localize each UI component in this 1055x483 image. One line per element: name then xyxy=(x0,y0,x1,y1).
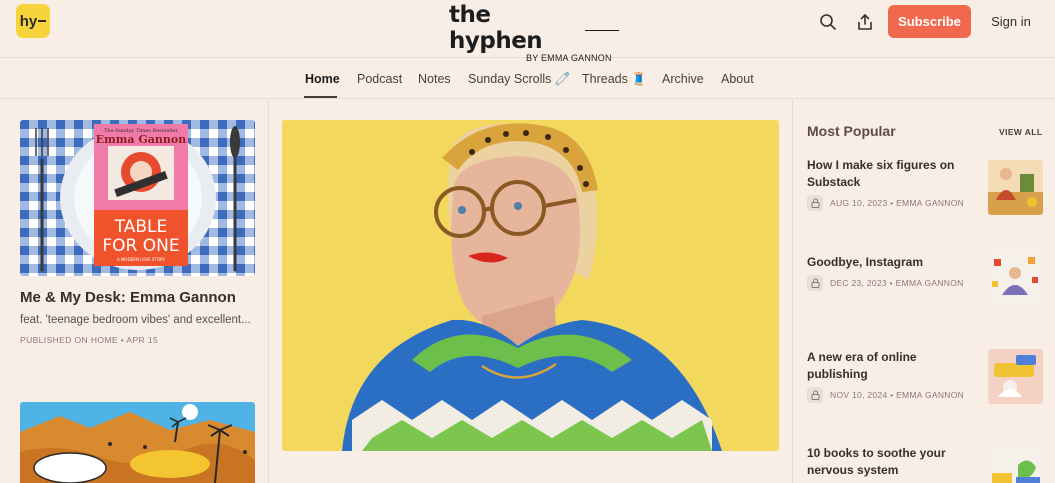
popular-item-thumbnail[interactable] xyxy=(988,160,1043,215)
subscribe-button[interactable]: Subscribe xyxy=(888,5,971,38)
popular-item-title[interactable]: A new era of online publishing xyxy=(807,349,977,383)
logo-text: hy xyxy=(19,12,38,30)
popular-item-meta: NOV 10, 2024 • EMMA GANNON xyxy=(830,390,965,400)
brand-title: the hyphen xyxy=(449,2,543,54)
post-thumbnail-table-for-one[interactable]: The Sunday Times Bestseller Emma Gannon … xyxy=(20,120,255,276)
view-all-link[interactable]: VIEW ALL xyxy=(999,127,1043,137)
popular-item-meta: DEC 23, 2023 • EMMA GANNON xyxy=(830,278,964,288)
popular-item-title[interactable]: Goodbye, Instagram xyxy=(807,254,977,271)
popular-item[interactable]: Goodbye, Instagram DEC 23, 2023 • EMMA G… xyxy=(807,251,1055,306)
main-nav: Home Podcast Notes Sunday Scrolls 🧷 Thre… xyxy=(0,58,1055,99)
popular-item-thumbnail[interactable] xyxy=(988,445,1043,483)
nav-notes[interactable]: Notes xyxy=(418,72,451,86)
column-divider xyxy=(268,99,269,483)
book-author: Emma Gannon xyxy=(96,133,186,146)
lock-icon xyxy=(807,195,823,211)
book-title-line1: TABLE xyxy=(114,217,168,237)
search-icon[interactable] xyxy=(817,11,839,33)
lock-icon xyxy=(807,387,823,403)
popular-item-thumbnail[interactable] xyxy=(988,349,1043,404)
sign-in-button[interactable]: Sign in xyxy=(985,5,1037,38)
post-subtitle[interactable]: feat. 'teenage bedroom vibes' and excell… xyxy=(20,314,260,326)
popular-item-title[interactable]: How I make six figures on Substack xyxy=(807,157,977,191)
post-title[interactable]: Me & My Desk: Emma Gannon xyxy=(20,289,236,306)
nav-home[interactable]: Home xyxy=(305,72,340,86)
popular-item-title[interactable]: 10 books to soothe your nervous system xyxy=(807,445,977,479)
featured-post-hero-image[interactable] xyxy=(282,120,779,451)
popular-item-meta: AUG 10, 2023 • EMMA GANNON xyxy=(830,198,965,208)
popular-item[interactable]: 10 books to soothe your nervous system xyxy=(807,445,1055,483)
popular-item[interactable]: How I make six figures on Substack AUG 1… xyxy=(807,157,1055,215)
most-popular-heading: Most Popular xyxy=(807,123,896,139)
nav-archive[interactable]: Archive xyxy=(662,72,704,86)
book-tagline: A MODERN LOVE STORY xyxy=(117,257,166,262)
nav-podcast[interactable]: Podcast xyxy=(357,72,402,86)
nav-threads[interactable]: Threads 🧵 xyxy=(582,72,647,87)
post-thumbnail-illustration[interactable] xyxy=(20,402,255,483)
lock-icon xyxy=(807,275,823,291)
active-tab-indicator xyxy=(304,96,337,98)
publication-logo[interactable]: hy xyxy=(16,4,50,38)
post-meta: PUBLISHED ON HOME • APR 15 xyxy=(20,335,159,345)
share-icon[interactable] xyxy=(854,11,876,33)
publication-wordmark[interactable]: the hyphen BY EMMA GANNON xyxy=(449,2,619,63)
popular-item[interactable]: A new era of online publishing NOV 10, 2… xyxy=(807,349,1055,404)
nav-sunday-scrolls[interactable]: Sunday Scrolls 🧷 xyxy=(468,72,570,87)
site-header: hy the hyphen BY EMMA GANNON Subscribe S… xyxy=(0,0,1055,63)
nav-about[interactable]: About xyxy=(721,72,754,86)
book-title-line2: FOR ONE xyxy=(102,236,179,256)
popular-item-thumbnail[interactable] xyxy=(988,251,1043,306)
column-divider xyxy=(792,99,793,483)
